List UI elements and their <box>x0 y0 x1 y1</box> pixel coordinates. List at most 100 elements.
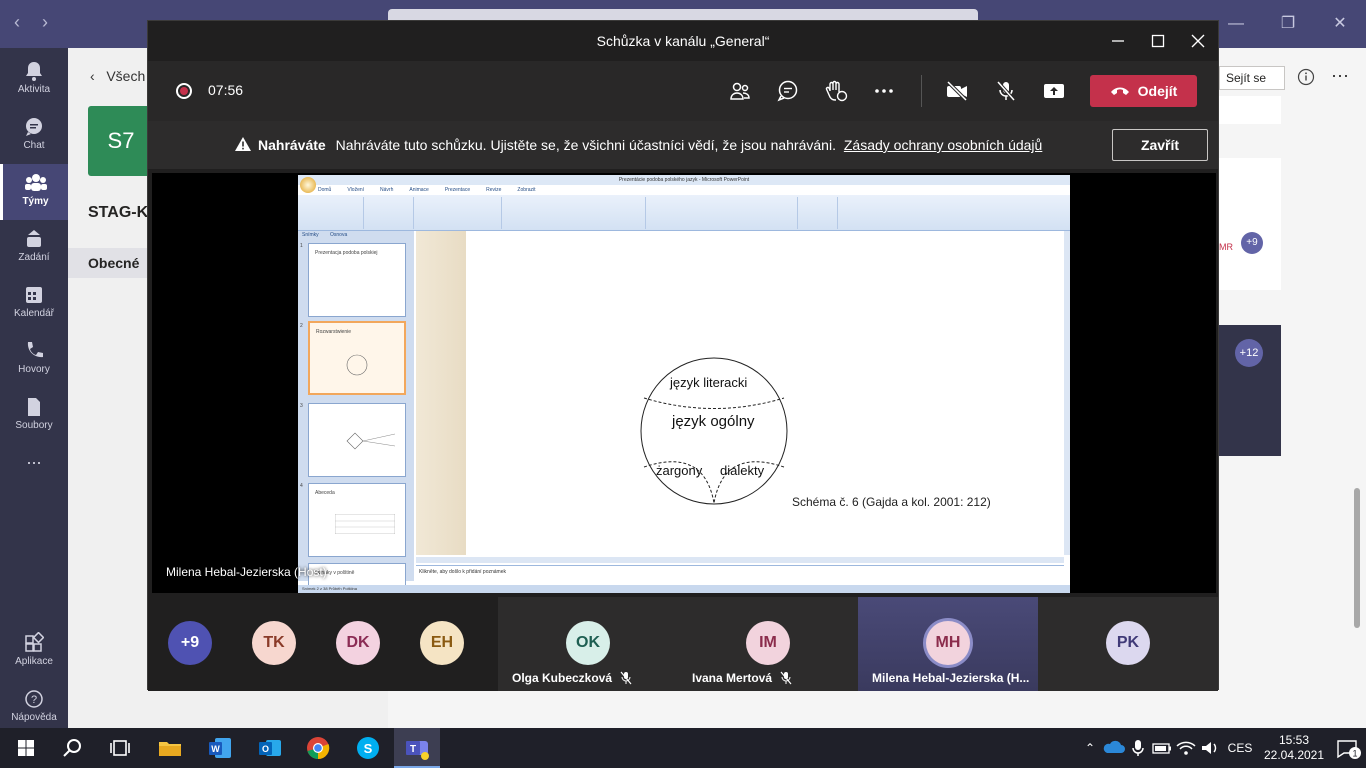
rail-label: Soubory <box>15 420 53 431</box>
rail-item-apps[interactable]: Aplikace <box>0 624 68 680</box>
mic-toggle-button[interactable] <box>990 75 1022 107</box>
rail-item-files[interactable]: Soubory <box>0 388 68 444</box>
ppt-tab: Návrh <box>380 187 394 193</box>
maximize-icon[interactable]: ❐ <box>1262 0 1314 48</box>
more-actions-button[interactable] <box>868 75 900 107</box>
participant-name-text: Milena Hebal-Jezierska (H... <box>872 671 1030 685</box>
slide-thumbnail <box>308 403 406 477</box>
onedrive-icon[interactable] <box>1102 738 1126 758</box>
forward-arrow-icon[interactable]: › <box>42 12 48 33</box>
participant-tile[interactable]: EH <box>400 597 484 691</box>
word-icon[interactable]: W <box>206 734 234 762</box>
participant-tile[interactable]: MH Milena Hebal-Jezierska (H... <box>858 597 1038 691</box>
participant-tile[interactable]: IM Ivana Mertová <box>678 597 858 691</box>
outlook-icon[interactable]: O <box>256 734 284 762</box>
skype-icon[interactable]: S <box>354 734 382 762</box>
avatar: IM <box>746 621 790 665</box>
teams-app-icon[interactable]: T <box>403 734 431 762</box>
more-options-icon[interactable]: ⋯ <box>1331 66 1349 87</box>
participant-tile[interactable]: TK <box>232 597 316 691</box>
participant-tile[interactable]: OK Olga Kubeczková <box>498 597 678 691</box>
microphone-icon[interactable] <box>1126 738 1150 758</box>
chevron-up-icon[interactable]: ⌃ <box>1078 741 1102 755</box>
rail-item-activity[interactable]: Aktivita <box>0 52 68 108</box>
wifi-icon[interactable] <box>1174 738 1198 758</box>
team-name: STAG-K <box>88 204 149 221</box>
clock[interactable]: 15:53 22.04.2021 <box>1258 733 1330 763</box>
task-view-icon[interactable] <box>106 734 134 762</box>
back-label: Všech <box>106 68 146 84</box>
ellipsis-icon <box>875 89 893 93</box>
ppt-ribbon-tabs: Domů Vložení Návrh Animace Prezentace Re… <box>318 185 535 195</box>
close-icon[interactable] <box>1178 21 1218 61</box>
files-icon <box>28 398 40 416</box>
participants-button[interactable] <box>724 75 756 107</box>
chrome-icon[interactable] <box>304 734 332 762</box>
camera-toggle-button[interactable] <box>941 75 973 107</box>
join-meeting-button[interactable]: Sejít se ⌄ <box>1219 66 1285 107</box>
close-banner-button[interactable]: Zavřít <box>1112 129 1208 161</box>
share-screen-button[interactable] <box>1038 75 1070 107</box>
avatar: TK <box>252 621 296 665</box>
leave-button[interactable]: Odejít <box>1090 75 1197 107</box>
language-indicator[interactable]: CES <box>1222 741 1258 755</box>
rail-label: Aplikace <box>15 656 53 667</box>
toolbar-divider <box>921 75 922 107</box>
recording-icon <box>176 83 192 99</box>
thumb-table <box>335 514 395 534</box>
windows-start-icon[interactable] <box>12 734 40 762</box>
info-icon[interactable] <box>1297 68 1315 86</box>
participant-tile[interactable]: DK <box>316 597 400 691</box>
participant-name: Olga Kubeczková <box>512 671 632 685</box>
ppt-tab: Domů <box>318 187 332 193</box>
battery-icon[interactable] <box>1150 738 1174 758</box>
ppt-ribbon <box>298 195 1070 231</box>
privacy-policy-link[interactable]: Zásady ochrany osobních údajů <box>844 137 1042 153</box>
apps-icon <box>25 632 44 652</box>
avatar: OK <box>566 621 610 665</box>
join-label: Sejít se <box>1226 71 1267 85</box>
close-icon[interactable]: ✕ <box>1314 0 1366 48</box>
rail-item-calendar[interactable]: Kalendář <box>0 276 68 332</box>
chat-button[interactable] <box>772 75 804 107</box>
minimize-icon[interactable] <box>1098 21 1138 61</box>
notification-count: 1 <box>1352 749 1357 759</box>
clock-date: 22.04.2021 <box>1263 748 1325 762</box>
avatar: MH <box>926 621 970 665</box>
maximize-icon[interactable] <box>1138 21 1178 61</box>
rail-item-more[interactable]: ... <box>0 448 68 504</box>
file-explorer-icon[interactable] <box>156 734 184 762</box>
warning-icon <box>235 137 251 151</box>
schema-label-middle: język ogólny <box>672 413 755 430</box>
team-avatar: S7 <box>88 106 154 176</box>
reactions-button[interactable] <box>820 75 852 107</box>
scrollbar[interactable] <box>1354 488 1360 628</box>
ribbon-group <box>366 197 414 229</box>
back-arrow-icon[interactable]: ‹ <box>14 12 20 33</box>
rail-label: Týmy <box>22 196 49 207</box>
rail-item-calls[interactable]: Hovory <box>0 332 68 388</box>
rail-label: Nápověda <box>11 712 57 723</box>
participants-badge[interactable]: +9 <box>1241 232 1263 254</box>
participant-tile[interactable]: PK <box>1038 597 1218 691</box>
volume-icon[interactable] <box>1198 738 1222 758</box>
slide-decoration <box>416 231 466 555</box>
assignments-icon <box>27 230 41 247</box>
rail-item-chat[interactable]: Chat <box>0 108 68 164</box>
banner-title: Nahráváte <box>258 137 326 153</box>
notifications-icon[interactable]: 1 <box>1330 736 1366 760</box>
svg-text:W: W <box>211 744 220 754</box>
rail-item-teams[interactable]: Týmy <box>0 164 68 220</box>
post-card <box>1219 96 1281 124</box>
teams-window-controls: — ❐ ✕ <box>1210 0 1366 48</box>
back-to-teams-link[interactable]: ‹ Všech <box>90 68 145 84</box>
ppt-tab: Zobrazit <box>517 187 536 193</box>
banner-message: Nahráváte Nahráváte tuto schůzku. Ujistě… <box>234 136 1042 153</box>
slide-canvas: język literacki język ogólny żargony dia… <box>466 231 1064 555</box>
rail-item-assignments[interactable]: Zadání <box>0 220 68 276</box>
rail-label: Chat <box>23 140 45 151</box>
participants-badge[interactable]: +12 <box>1235 339 1263 367</box>
participant-tile[interactable]: +9 <box>148 597 232 691</box>
search-icon[interactable] <box>58 734 86 762</box>
thumb-label: Prezentacja podoba polskiej <box>315 250 378 256</box>
